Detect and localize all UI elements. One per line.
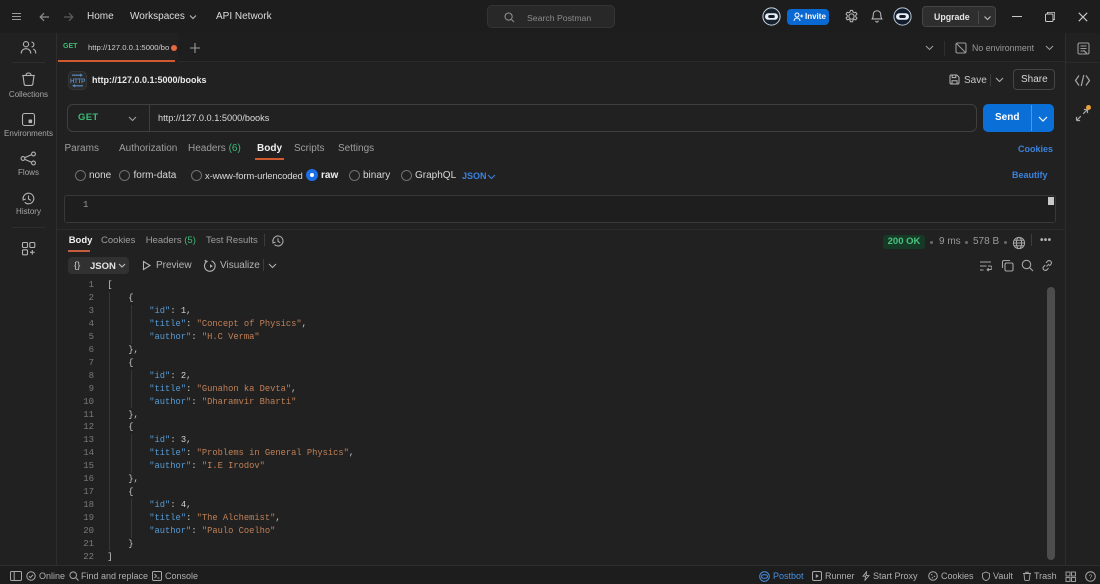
svg-text:?: ? — [1089, 573, 1093, 580]
svg-text:HTTP: HTTP — [70, 78, 85, 85]
